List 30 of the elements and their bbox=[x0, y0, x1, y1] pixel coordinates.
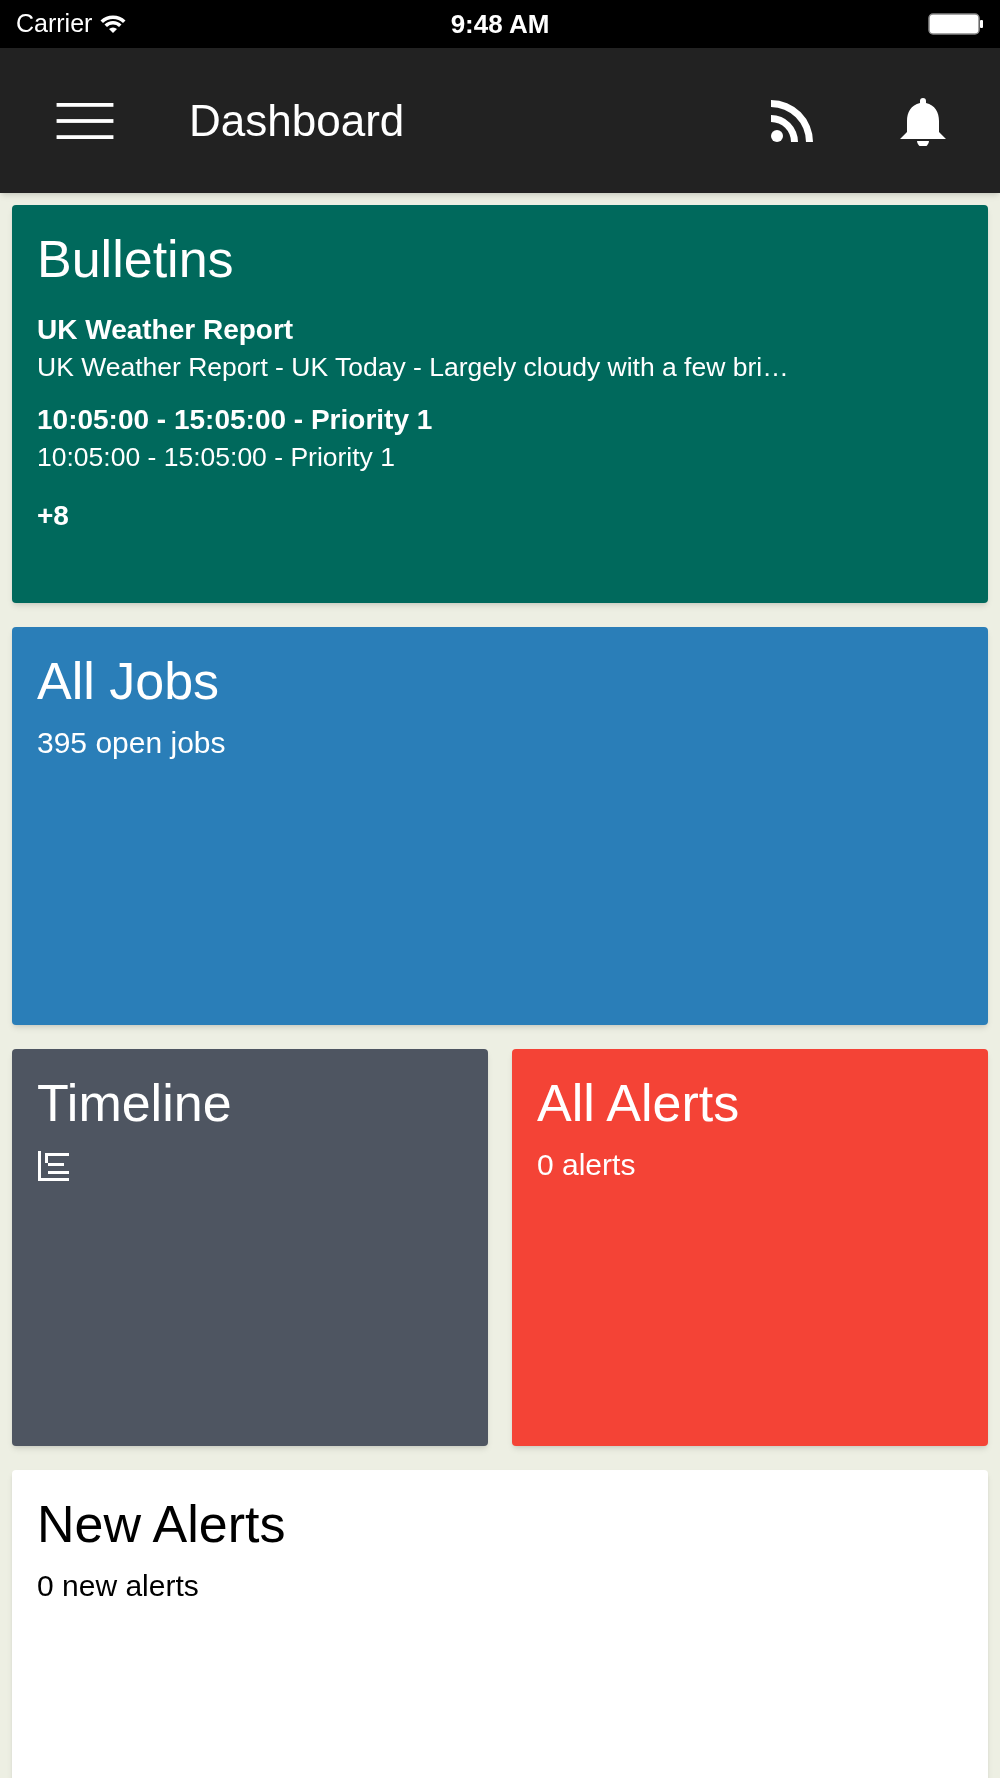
tile-title: Timeline bbox=[37, 1073, 233, 1134]
bulletin-heading: UK Weather Report bbox=[37, 313, 295, 347]
tile-subtitle: 0 new alerts bbox=[37, 1568, 199, 1604]
more-count: +8 bbox=[37, 499, 69, 533]
feed-button[interactable] bbox=[771, 99, 813, 142]
tile-title: Bulletins bbox=[37, 229, 235, 290]
dashboard-tile[interactable]: All Jobs 395 open jobs bbox=[12, 627, 988, 1025]
tile-subtitle: 0 alerts bbox=[537, 1147, 636, 1183]
wifi-icon bbox=[100, 14, 127, 34]
dashboard-tile[interactable]: New Alerts 0 new alerts bbox=[12, 1470, 988, 1778]
menu-icon bbox=[55, 102, 115, 139]
tile-subtitle: 395 open jobs bbox=[37, 725, 226, 761]
tile-title: New Alerts bbox=[37, 1494, 287, 1555]
dashboard-tile[interactable]: All Alerts 0 alerts bbox=[512, 1049, 988, 1446]
bulletin-text: UK Weather Report - UK Today - Largely cloudy with a few bri… bbox=[37, 351, 790, 384]
timeline-icon bbox=[37, 1151, 69, 1181]
bulletin-heading: 10:05:00 - 15:05:00 - Priority 1 bbox=[37, 403, 434, 437]
screen-title: Dashboard bbox=[189, 94, 406, 147]
rss-icon bbox=[771, 99, 813, 142]
carrier-label: Carrier bbox=[16, 8, 93, 40]
bell-icon bbox=[899, 95, 947, 146]
battery-icon bbox=[928, 13, 984, 35]
bulletin-text: 10:05:00 - 15:05:00 - Priority 1 bbox=[37, 441, 396, 474]
notifications-button[interactable] bbox=[899, 95, 947, 146]
tile-title: All Alerts bbox=[537, 1073, 741, 1134]
bulletins-tile[interactable]: Bulletins UK Weather Report UK Weather Report - UK Today - Largely cloudy with a few bri… 10:05:00 - 15:05:00 - Priority 1 10:05:00 - 15:05:00 - Priority 1 +8 bbox=[12, 205, 988, 603]
tile-title: All Jobs bbox=[37, 651, 221, 712]
clock: 9:48 AM bbox=[450, 7, 550, 41]
dashboard-tile[interactable]: Timeline bbox=[12, 1049, 488, 1446]
menu-button[interactable] bbox=[55, 100, 115, 141]
